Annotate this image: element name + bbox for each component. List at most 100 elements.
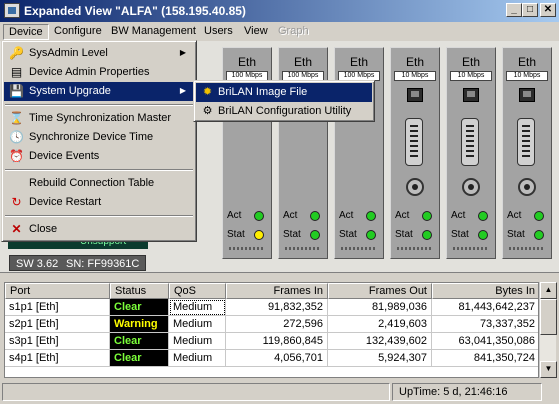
act-led-icon bbox=[366, 211, 376, 221]
gear-icon: ✹ bbox=[202, 86, 213, 98]
cell-frames-out: 132,439,602 bbox=[328, 333, 432, 350]
eth-module[interactable]: Eth 100 Mbps Act Stat bbox=[278, 47, 328, 259]
stat-label: Stat bbox=[507, 229, 525, 240]
menu-users[interactable]: Users bbox=[199, 24, 238, 40]
hourglass-icon: ⌛ bbox=[9, 111, 24, 125]
submenu-item-brilan-image-file[interactable]: ✹ BriLAN Image File bbox=[196, 83, 372, 102]
col-frames-in[interactable]: Frames In bbox=[226, 283, 328, 299]
col-port[interactable]: Port bbox=[5, 283, 110, 299]
menu-item-device-restart[interactable]: ↻ Device Restart bbox=[4, 193, 194, 212]
scroll-down-button[interactable]: ▼ bbox=[540, 361, 557, 378]
act-led-icon bbox=[422, 211, 432, 221]
act-label: Act bbox=[339, 210, 354, 221]
table-row[interactable]: s4p1 [Eth] Clear Medium 4,056,701 5,924,307 8… bbox=[5, 350, 538, 367]
module-label: Eth bbox=[461, 55, 480, 69]
menu-bar: Device Configure BW Management Users Vie… bbox=[0, 22, 559, 41]
cell-frames-in: 4,056,701 bbox=[226, 350, 328, 367]
vent-dots bbox=[509, 247, 545, 250]
col-qos[interactable]: QoS bbox=[169, 283, 226, 299]
submenu-item-brilan-configuration-utility[interactable]: ⚙ BriLAN Configuration Utility bbox=[196, 102, 372, 121]
menu-item-device-events[interactable]: ⏰ Device Events bbox=[4, 147, 194, 166]
cell-bytes-in: 81,443,642,237 bbox=[432, 299, 538, 316]
menu-configure[interactable]: Configure bbox=[49, 24, 107, 40]
act-led-icon bbox=[478, 211, 488, 221]
app-icon[interactable] bbox=[4, 3, 20, 18]
serial-port-icon bbox=[517, 118, 535, 166]
act-label: Act bbox=[227, 210, 242, 221]
cell-port: s1p1 [Eth] bbox=[5, 299, 110, 316]
act-label: Act bbox=[451, 210, 466, 221]
table-scrollbar[interactable]: ▲ ▼ bbox=[539, 282, 557, 378]
vent-dots bbox=[453, 247, 489, 250]
menu-item-close[interactable]: ✕ Close bbox=[4, 220, 194, 239]
device-menu: 🔑 SysAdmin Level ▶ ▤ Device Admin Proper… bbox=[1, 40, 197, 242]
window-title: Expanded View "ALFA" (158.195.40.85) bbox=[24, 4, 246, 18]
menu-bw-management[interactable]: BW Management bbox=[106, 24, 201, 40]
stat-led-icon bbox=[534, 230, 544, 240]
stat-led-icon bbox=[310, 230, 320, 240]
eth-module[interactable]: Eth 10 Mbps Act Stat bbox=[502, 47, 552, 259]
close-x-icon: ✕ bbox=[11, 222, 22, 236]
table-row[interactable]: s1p1 [Eth] Clear Medium 91,832,352 81,989,03… bbox=[5, 299, 538, 316]
col-frames-out[interactable]: Frames Out bbox=[328, 283, 432, 299]
floppy-icon: 💾 bbox=[9, 84, 24, 98]
menu-separator bbox=[5, 169, 193, 171]
serial-port-icon bbox=[405, 118, 423, 166]
cell-bytes-in: 63,041,350,086 bbox=[432, 333, 538, 350]
module-label: Eth bbox=[517, 55, 536, 69]
menu-item-time-sync-master[interactable]: ⌛ Time Synchronization Master bbox=[4, 109, 194, 128]
cell-qos: Medium bbox=[169, 299, 226, 316]
module-label: Eth bbox=[237, 55, 256, 69]
vent-dots bbox=[341, 247, 377, 250]
menu-item-synchronize-device-time[interactable]: 🕓 Synchronize Device Time bbox=[4, 128, 194, 147]
uptime: UpTime: 5 d, 21:46:16 bbox=[392, 383, 542, 401]
restart-icon: ↻ bbox=[11, 195, 22, 209]
menu-device[interactable]: Device bbox=[3, 24, 49, 40]
col-status[interactable]: Status bbox=[110, 283, 169, 299]
cell-qos: Medium bbox=[169, 350, 226, 367]
menu-item-rebuild-connection-table[interactable]: Rebuild Connection Table bbox=[4, 174, 194, 193]
rj45-port-icon bbox=[463, 88, 479, 102]
eth-module[interactable]: Eth 100 Mbps Act Stat bbox=[222, 47, 272, 259]
cell-port: s3p1 [Eth] bbox=[5, 333, 110, 350]
menu-separator bbox=[5, 104, 193, 106]
cell-qos: Medium bbox=[169, 333, 226, 350]
cell-bytes-in: 841,350,724 bbox=[432, 350, 538, 367]
table-row[interactable]: s3p1 [Eth] Clear Medium 119,860,845 132,439,… bbox=[5, 333, 538, 350]
menu-item-system-upgrade[interactable]: 💾 System Upgrade ▶ bbox=[4, 82, 194, 101]
config-icon: ⚙ bbox=[202, 105, 213, 117]
scroll-thumb[interactable] bbox=[540, 299, 557, 335]
maximize-button[interactable]: □ bbox=[522, 3, 538, 17]
eth-module[interactable]: Eth 10 Mbps Act Stat bbox=[390, 47, 440, 259]
menu-item-sysadmin-level[interactable]: 🔑 SysAdmin Level ▶ bbox=[4, 44, 194, 63]
coax-port-icon bbox=[462, 178, 480, 196]
cell-bytes-in: 73,337,352 bbox=[432, 316, 538, 333]
key-icon: 🔑 bbox=[9, 46, 24, 60]
scroll-up-button[interactable]: ▲ bbox=[540, 282, 557, 299]
serial-port-icon bbox=[461, 118, 479, 166]
unit-info-bar: SW 3.62 SN: FF99361C bbox=[9, 255, 146, 271]
act-label: Act bbox=[395, 210, 410, 221]
stat-label: Stat bbox=[283, 229, 301, 240]
eth-module[interactable]: Eth 10 Mbps Act Stat bbox=[446, 47, 496, 259]
rj45-port-icon bbox=[519, 88, 535, 102]
cell-frames-out: 2,419,603 bbox=[328, 316, 432, 333]
vent-dots bbox=[285, 247, 321, 250]
close-button[interactable]: ✕ bbox=[540, 3, 556, 17]
status-badge: Clear bbox=[110, 350, 169, 367]
table-row[interactable]: s2p1 [Eth] Warning Medium 272,596 2,419,603 7… bbox=[5, 316, 538, 333]
minimize-button[interactable]: _ bbox=[506, 3, 522, 17]
stat-label: Stat bbox=[339, 229, 357, 240]
coax-port-icon bbox=[518, 178, 536, 196]
speed-label: 10 Mbps bbox=[450, 71, 492, 81]
menu-separator bbox=[5, 215, 193, 217]
col-bytes-in[interactable]: Bytes In bbox=[432, 283, 538, 299]
table-header: Port Status QoS Frames In Frames Out Byt… bbox=[5, 283, 538, 299]
menu-item-device-admin-properties[interactable]: ▤ Device Admin Properties bbox=[4, 63, 194, 82]
stat-label: Stat bbox=[451, 229, 469, 240]
menu-view[interactable]: View bbox=[239, 24, 273, 40]
cell-frames-in: 91,832,352 bbox=[226, 299, 328, 316]
menu-graph: Graph bbox=[278, 25, 309, 37]
eth-module[interactable]: Eth 100 Mbps Act Stat bbox=[334, 47, 384, 259]
system-upgrade-submenu: ✹ BriLAN Image File ⚙ BriLAN Configurati… bbox=[193, 80, 375, 122]
